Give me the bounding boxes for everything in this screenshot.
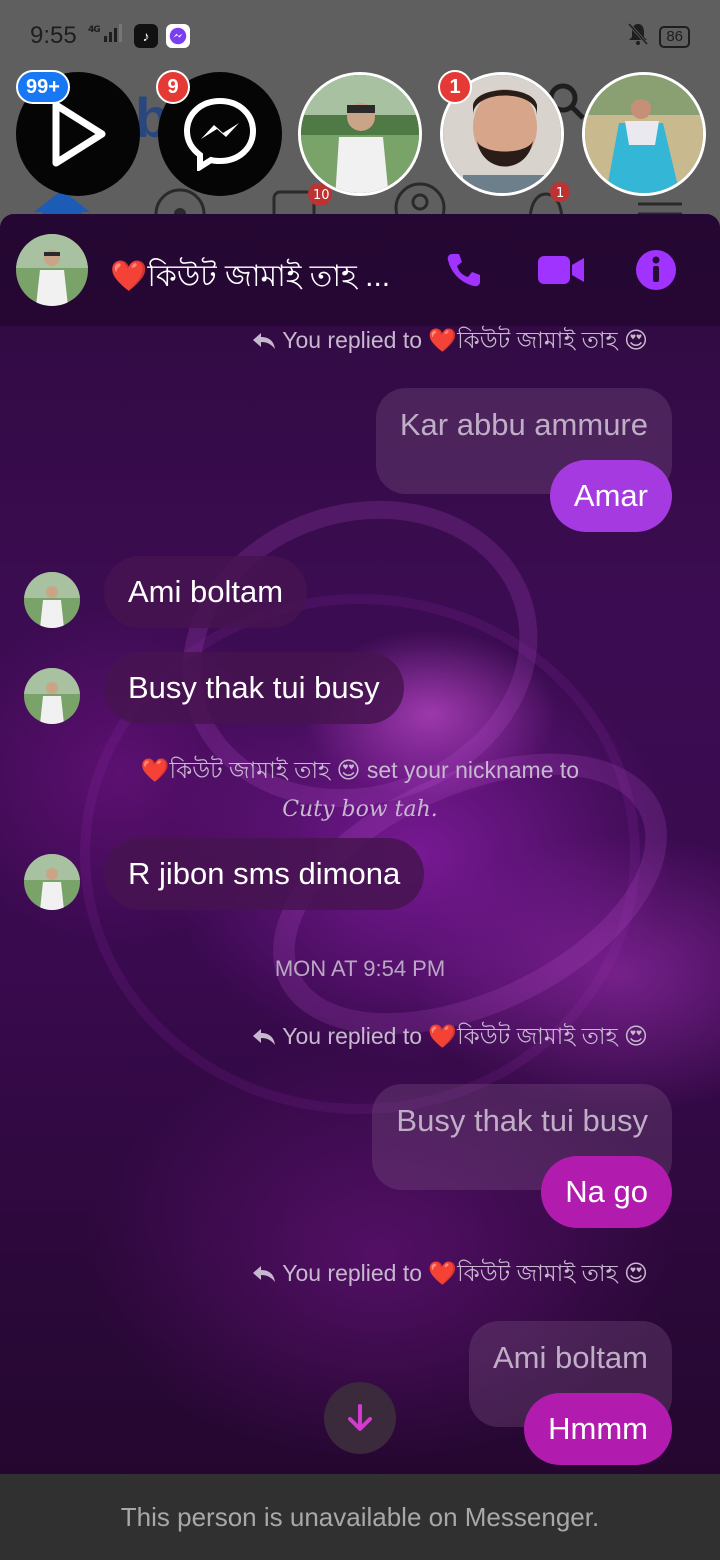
avatar-image [301, 75, 419, 193]
video-badge: 99+ [16, 70, 70, 104]
message-timestamp: MON AT 9:54 PM [274, 956, 446, 981]
sender-avatar[interactable] [24, 668, 80, 724]
avatar-image [16, 234, 88, 306]
incoming-message[interactable]: R jibon sms dimona [104, 838, 425, 910]
avatar-image [585, 75, 703, 193]
reply-note: You replied to ❤️কিউট জামাই তাহ 😍 [252, 1018, 648, 1057]
incoming-message[interactable]: Ami boltam [104, 556, 308, 628]
nickname-change-note: ❤️কিউট জামাই তাহ 😍 set your nickname to … [0, 752, 720, 822]
status-left-icons: 4G ♪ [88, 22, 190, 49]
reply-note: You replied to ❤️কিউট জামাই তাহ 😍 [252, 322, 648, 361]
reply-icon [253, 333, 276, 349]
contact-avatar[interactable] [16, 234, 88, 306]
avatar-image [24, 668, 80, 724]
signal-icon: 4G [88, 22, 126, 49]
chat-head-contact-1[interactable] [298, 72, 422, 196]
svg-text:1: 1 [556, 186, 564, 201]
messenger-icon [166, 23, 190, 48]
reply-icon [253, 1266, 276, 1282]
scroll-to-bottom-button[interactable] [324, 1382, 396, 1454]
nickname-value: Cuty bow tah. [282, 797, 438, 822]
chat-heads-strip: b 10 1 99+ 9 1 [0, 60, 720, 230]
phone-icon[interactable] [442, 248, 486, 292]
tiktok-icon: ♪ [134, 23, 158, 48]
play-icon [52, 101, 106, 167]
messenger-badge: 9 [156, 70, 190, 104]
battery-indicator: 86 [659, 26, 690, 48]
incoming-message[interactable]: Busy thak tui busy [104, 652, 404, 724]
contact-badge: 1 [438, 70, 472, 104]
outgoing-message[interactable]: Amar [549, 460, 672, 532]
svg-text:10: 10 [313, 188, 330, 203]
arrow-down-icon [348, 1404, 372, 1431]
messenger-bolt-icon [183, 97, 257, 171]
bell-off-icon [627, 22, 649, 52]
outgoing-message[interactable]: Hmmm [524, 1393, 672, 1465]
status-time: 9:55 [30, 22, 77, 49]
unavailable-footer: This person is unavailable on Messenger. [0, 1474, 720, 1560]
nickname-note-text: ❤️কিউট জামাই তাহ 😍 set your nickname to [140, 757, 580, 783]
info-icon[interactable] [634, 248, 678, 292]
contact-name[interactable]: ❤️কিউট জামাই তাহ ... [110, 252, 390, 303]
outgoing-message[interactable]: Na go [541, 1156, 672, 1228]
svg-text:4G: 4G [88, 25, 100, 35]
chat-head-contact-3[interactable] [582, 72, 706, 196]
avatar-image [24, 854, 80, 910]
video-camera-icon[interactable] [536, 248, 586, 292]
reply-icon [253, 1029, 276, 1045]
chat-header: ❤️কিউট জামাই তাহ ... [0, 214, 720, 326]
chat-panel: ❤️কিউট জামাই তাহ ... You replied to ❤️কি… [0, 214, 720, 1560]
sender-avatar[interactable] [24, 854, 80, 910]
avatar-image [24, 572, 80, 628]
sender-avatar[interactable] [24, 572, 80, 628]
status-right-icons: 86 [627, 22, 690, 52]
reply-note: You replied to ❤️কিউট জামাই তাহ 😍 [252, 1255, 648, 1294]
